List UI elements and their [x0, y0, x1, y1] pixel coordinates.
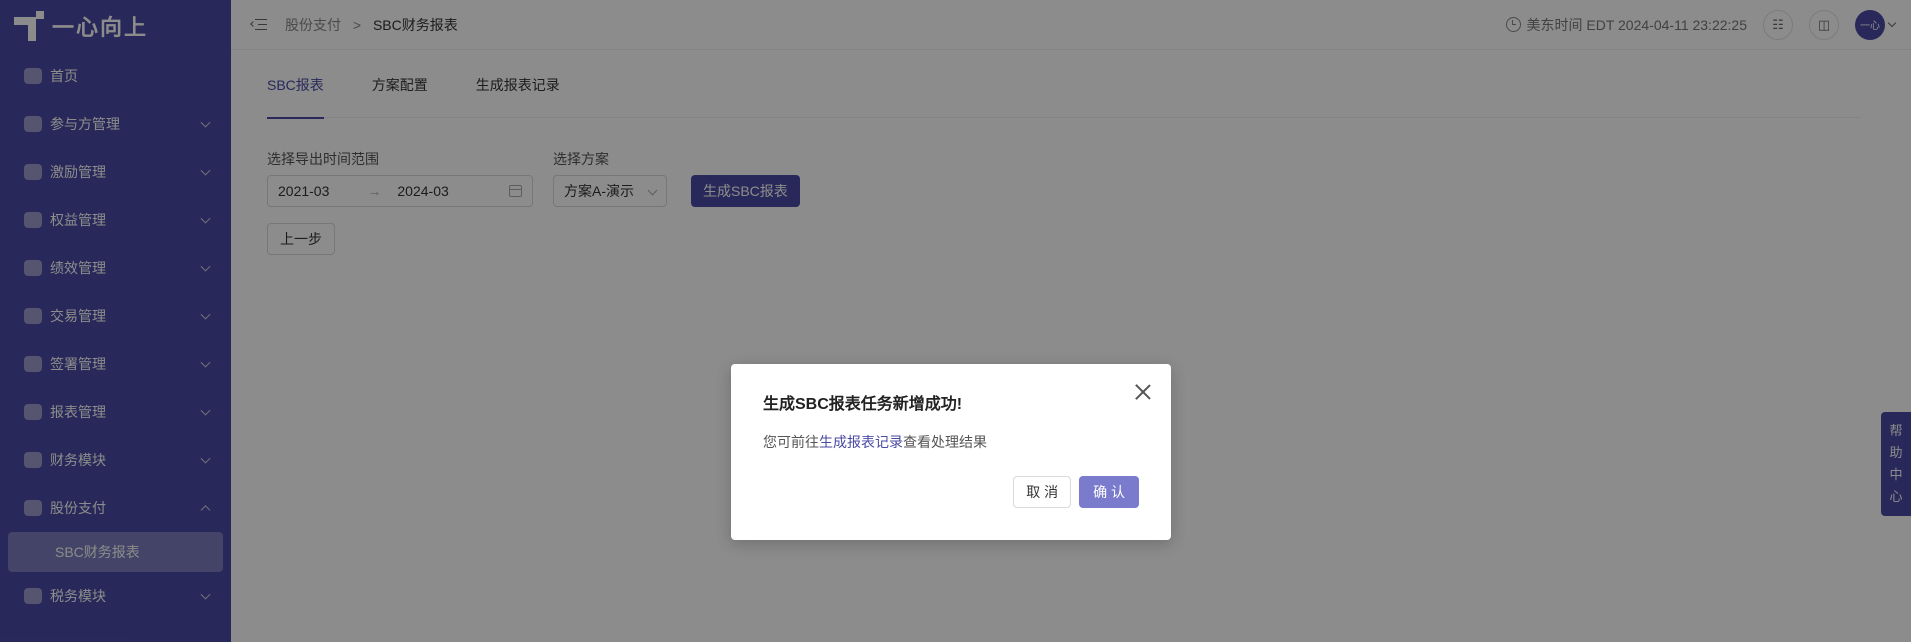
report-records-link[interactable]: 生成报表记录: [819, 434, 903, 450]
close-icon[interactable]: [1135, 384, 1151, 400]
modal-mask[interactable]: [0, 0, 1911, 642]
confirm-button[interactable]: 确 认: [1079, 476, 1139, 508]
dialog-message-prefix: 您可前往: [763, 434, 819, 450]
dialog-title: 生成SBC报表任务新增成功!: [763, 396, 963, 413]
dialog-footer: 取 消 确 认: [1013, 476, 1139, 508]
cancel-button[interactable]: 取 消: [1013, 476, 1072, 508]
dialog-message: 您可前往生成报表记录查看处理结果: [763, 432, 987, 452]
dialog-message-suffix: 查看处理结果: [903, 434, 987, 450]
success-dialog: 生成SBC报表任务新增成功! 您可前往生成报表记录查看处理结果 取 消 确 认: [731, 364, 1171, 540]
